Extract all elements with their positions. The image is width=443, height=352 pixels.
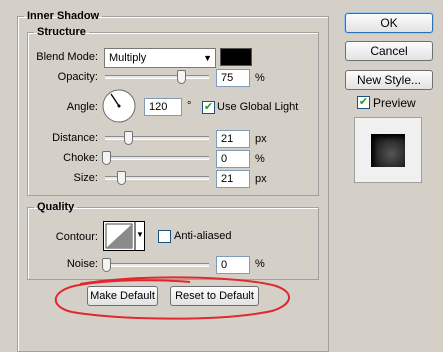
shadow-color-swatch[interactable] xyxy=(220,48,252,66)
size-input[interactable]: 21 xyxy=(216,170,250,188)
choke-label: Choke: xyxy=(63,152,98,164)
noise-unit: % xyxy=(255,258,265,270)
use-global-light-checkbox[interactable]: ✔ xyxy=(202,101,215,114)
dropdown-arrow-icon: ▼ xyxy=(203,53,212,63)
highlight-annotation xyxy=(54,276,290,320)
preview-checkbox[interactable]: ✔ xyxy=(357,96,370,109)
inner-shadow-title: Inner Shadow xyxy=(27,10,100,22)
blend-mode-label: Blend Mode: xyxy=(36,51,98,63)
ok-button[interactable]: OK xyxy=(345,13,433,33)
angle-dial[interactable] xyxy=(101,88,137,124)
noise-slider-track[interactable] xyxy=(105,263,209,267)
size-label: Size: xyxy=(73,172,98,184)
opacity-input[interactable]: 75 xyxy=(216,69,250,87)
noise-slider-thumb[interactable] xyxy=(102,258,111,272)
noise-label: Noise: xyxy=(66,258,98,270)
preview-swatch xyxy=(371,134,405,167)
size-unit: px xyxy=(255,173,267,185)
choke-unit: % xyxy=(255,153,265,165)
choke-slider-thumb[interactable] xyxy=(102,151,111,165)
opacity-slider-track[interactable] xyxy=(105,75,209,79)
angle-input[interactable]: 120 xyxy=(144,98,182,116)
distance-unit: px xyxy=(255,133,267,145)
opacity-label: Opacity: xyxy=(57,71,98,83)
use-global-light-label: Use Global Light xyxy=(217,101,299,113)
distance-slider-thumb[interactable] xyxy=(124,131,133,145)
new-style-button[interactable]: New Style... xyxy=(345,70,433,90)
preview-label: Preview xyxy=(373,96,416,110)
structure-title: Structure xyxy=(37,26,86,38)
quality-title: Quality xyxy=(37,201,75,213)
distance-input[interactable]: 21 xyxy=(216,130,250,148)
opacity-slider-thumb[interactable] xyxy=(177,70,186,84)
choke-slider-track[interactable] xyxy=(105,156,209,160)
contour-label: Contour: xyxy=(55,231,98,243)
blend-mode-select[interactable]: Multiply ▼ xyxy=(104,48,216,68)
anti-aliased-checkbox[interactable] xyxy=(158,230,171,243)
size-slider-thumb[interactable] xyxy=(117,171,126,185)
distance-slider-track[interactable] xyxy=(105,136,209,140)
opacity-unit: % xyxy=(255,72,265,84)
angle-label: Angle: xyxy=(66,101,98,113)
preview-thumbnail xyxy=(354,117,422,183)
anti-aliased-label: Anti-aliased xyxy=(174,230,232,242)
cancel-button[interactable]: Cancel xyxy=(345,41,433,61)
blend-mode-value: Multiply xyxy=(109,52,147,64)
distance-label: Distance: xyxy=(52,132,98,144)
noise-input[interactable]: 0 xyxy=(216,256,250,274)
choke-input[interactable]: 0 xyxy=(216,150,250,168)
contour-dropdown-icon[interactable]: ▼ xyxy=(136,230,144,239)
angle-unit: ° xyxy=(187,100,192,112)
